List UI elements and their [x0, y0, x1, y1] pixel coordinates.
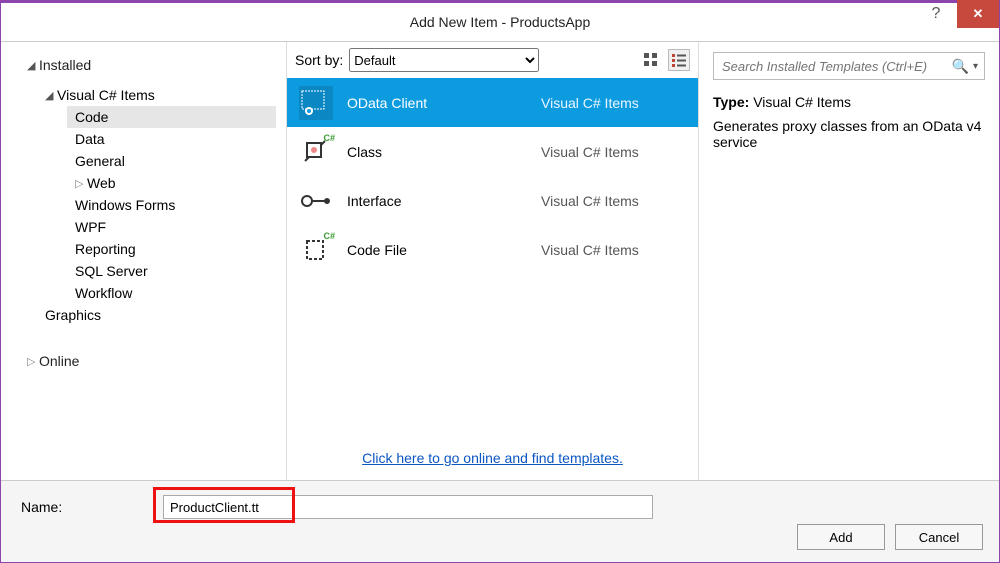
name-input[interactable] — [163, 495, 653, 519]
tree-label: Code — [75, 109, 108, 125]
cancel-button[interactable]: Cancel — [895, 524, 983, 550]
template-class[interactable]: C# Class Visual C# Items — [287, 127, 698, 176]
window-title: Add New Item - ProductsApp — [410, 14, 591, 30]
sort-by-label: Sort by: — [295, 52, 343, 68]
search-input[interactable] — [720, 58, 952, 75]
template-name: Interface — [347, 193, 527, 209]
tree-label: General — [75, 153, 125, 169]
tree-item-wpf[interactable]: WPF — [67, 216, 276, 238]
tree-item-data[interactable]: Data — [67, 128, 276, 150]
template-lang: Visual C# Items — [541, 242, 639, 258]
tree-label: WPF — [75, 219, 106, 235]
tree-csharp-items[interactable]: ◢Visual C# Items — [37, 84, 276, 106]
online-templates-link[interactable]: Click here to go online and find templat… — [362, 450, 623, 466]
tree-item-general[interactable]: General — [67, 150, 276, 172]
code-file-icon: C# — [299, 233, 333, 267]
detail-description: Generates proxy classes from an OData v4… — [713, 118, 985, 150]
class-icon: C# — [299, 135, 333, 169]
tree-installed[interactable]: ◢Installed — [19, 54, 276, 76]
tree-online[interactable]: ▷Online — [19, 350, 276, 372]
template-lang: Visual C# Items — [541, 144, 639, 160]
tree-label: Workflow — [75, 285, 132, 301]
tree-label: Data — [75, 131, 105, 147]
sort-by-select[interactable]: Default — [349, 48, 539, 72]
tree-item-sqlserver[interactable]: SQL Server — [67, 260, 276, 282]
tree-label: SQL Server — [75, 263, 148, 279]
odata-client-icon — [299, 86, 333, 120]
template-interface[interactable]: Interface Visual C# Items — [287, 176, 698, 225]
detail-type-row: Type: Visual C# Items — [713, 94, 985, 110]
template-name: Class — [347, 144, 527, 160]
type-label: Type: — [713, 94, 749, 110]
type-value: Visual C# Items — [753, 94, 851, 110]
tree-item-code[interactable]: Code — [67, 106, 276, 128]
template-code-file[interactable]: C# Code File Visual C# Items — [287, 225, 698, 274]
tree-label: Visual C# Items — [57, 87, 155, 103]
tree-label: Online — [39, 353, 79, 369]
tree-graphics[interactable]: Graphics — [37, 304, 276, 326]
tree-label: Windows Forms — [75, 197, 175, 213]
tree-label: Graphics — [45, 307, 101, 323]
interface-icon — [299, 184, 333, 218]
view-grid-icon[interactable] — [640, 49, 662, 71]
tree-label: Reporting — [75, 241, 136, 257]
titlebar: Add New Item - ProductsApp ? ✕ — [1, 3, 999, 41]
search-box[interactable]: 🔍 ▾ — [713, 52, 985, 80]
category-tree: ◢Installed ◢Visual C# Items Code Data Ge… — [1, 42, 286, 480]
template-odata-client[interactable]: OData Client Visual C# Items — [287, 78, 698, 127]
help-button[interactable]: ? — [915, 0, 957, 28]
tree-item-web[interactable]: ▷Web — [67, 172, 276, 194]
tree-label: Installed — [39, 57, 91, 73]
template-name: Code File — [347, 242, 527, 258]
tree-item-workflow[interactable]: Workflow — [67, 282, 276, 304]
chevron-down-icon[interactable]: ▾ — [969, 61, 978, 72]
template-name: OData Client — [347, 95, 527, 111]
tree-item-winforms[interactable]: Windows Forms — [67, 194, 276, 216]
add-button[interactable]: Add — [797, 524, 885, 550]
template-list: OData Client Visual C# Items C# Class Vi… — [287, 78, 698, 438]
tree-item-reporting[interactable]: Reporting — [67, 238, 276, 260]
template-lang: Visual C# Items — [541, 193, 639, 209]
close-button[interactable]: ✕ — [957, 0, 999, 28]
name-label: Name: — [21, 499, 151, 515]
tree-label: Web — [87, 175, 116, 191]
template-lang: Visual C# Items — [541, 95, 639, 111]
view-list-icon[interactable] — [668, 49, 690, 71]
search-icon: 🔍 — [952, 58, 969, 75]
